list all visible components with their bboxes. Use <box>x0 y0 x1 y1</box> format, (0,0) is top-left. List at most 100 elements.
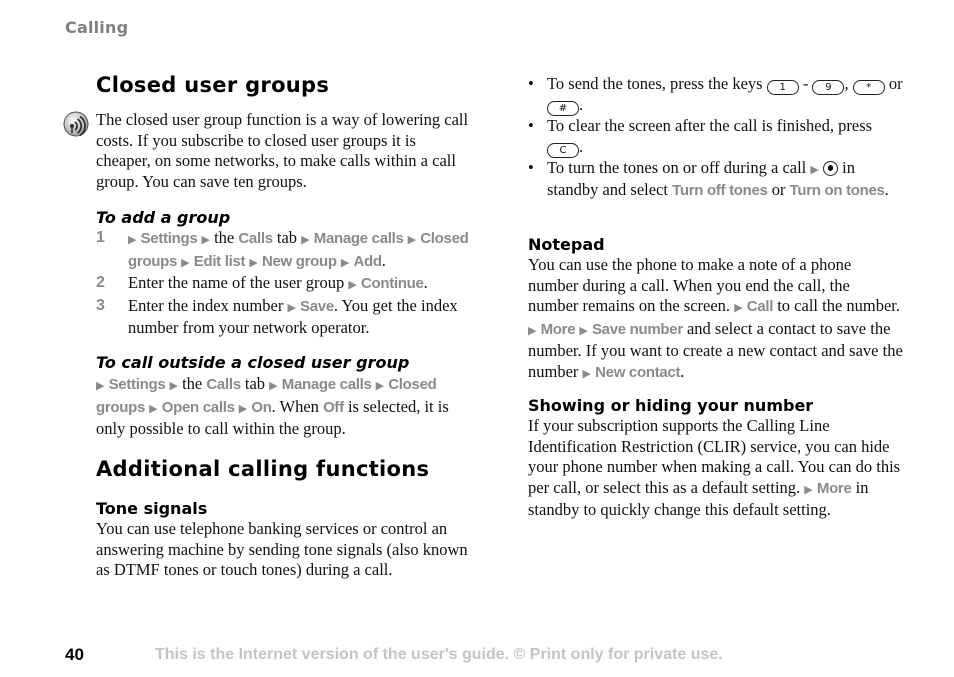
bullet-text: To clear the screen after the call is fi… <box>547 116 873 158</box>
menu-path-label: Save number <box>591 320 683 338</box>
menu-path-label: New contact <box>595 363 681 381</box>
phone-key-icon: * <box>852 80 885 95</box>
arrow-right-icon: ▶ <box>201 233 210 246</box>
text-run: To turn the tones on or off during a cal… <box>547 157 807 177</box>
menu-path-label: Manage calls <box>281 376 372 393</box>
text-run: . <box>680 361 685 381</box>
text-run: . <box>381 250 386 270</box>
text-run: . <box>271 396 276 416</box>
text-run: To send the tones, press the keys <box>547 74 763 93</box>
text-run: . <box>884 180 889 199</box>
arrow-right-icon: ▶ <box>169 379 178 392</box>
bullet-dot: • <box>528 116 534 135</box>
notepad-paragraph: You can use the phone to make a note of … <box>528 255 903 384</box>
step-text: Enter the name of the user group ▶ Conti… <box>128 273 471 296</box>
subsection-title-call-outside: To call outside a closed user group <box>96 353 410 372</box>
menu-path-label: Continue <box>360 275 424 292</box>
section-title-additional-calling-functions: Additional calling functions <box>96 457 430 481</box>
step-3: 3 Enter the index number ▶ Save. You get… <box>96 296 471 339</box>
menu-path-label: Settings <box>140 230 198 247</box>
bullet-dot: • <box>528 74 534 93</box>
step-number: 2 <box>96 274 105 291</box>
subsection-title-notepad: Notepad <box>528 235 605 254</box>
text-run: . <box>579 136 584 156</box>
arrow-right-icon: ▶ <box>810 162 819 176</box>
text-run: or <box>771 180 786 199</box>
running-head: Calling <box>65 18 129 37</box>
bullet-text: To send the tones, press the keys 1 - 9,… <box>547 74 903 116</box>
show-hide-paragraph: If your subscription supports the Callin… <box>528 416 903 521</box>
menu-path-label: Add <box>353 252 382 270</box>
arrow-right-icon: ▶ <box>804 482 813 496</box>
arrow-right-icon: ▶ <box>149 401 158 415</box>
menu-path-label: Call <box>746 298 774 315</box>
navigation-key-icon <box>823 160 838 176</box>
arrow-right-icon: ▶ <box>407 233 417 246</box>
step-text: Enter the index number ▶ Save. You get t… <box>128 296 471 339</box>
step-number: 3 <box>96 296 105 314</box>
menu-path-label: Save <box>300 297 334 315</box>
arrow-right-icon: ▶ <box>249 255 258 269</box>
bullet-toggle-tones: • To turn the tones on or off during a ca… <box>528 158 903 202</box>
menu-path-label: On <box>251 398 272 416</box>
section-title-closed-user-groups: Closed user groups <box>96 73 330 97</box>
menu-path-label: More <box>816 479 852 497</box>
menu-path-label: More <box>540 320 576 338</box>
subsection-title-tone-signals: Tone signals <box>96 499 208 518</box>
arrow-right-icon: ▶ <box>181 255 190 269</box>
arrow-right-icon: ▶ <box>128 233 137 246</box>
arrow-right-icon: ▶ <box>96 379 105 392</box>
page-number: 40 <box>65 645 84 664</box>
arrow-right-icon: ▶ <box>528 323 537 337</box>
menu-path-label: Calls <box>206 376 241 393</box>
text-run: to call the number. <box>777 296 901 315</box>
arrow-right-icon: ▶ <box>348 278 357 291</box>
bullet-clear-screen: • To clear the screen after the call is f… <box>528 116 903 158</box>
text-run: , <box>844 74 849 93</box>
bullet-dot: • <box>528 157 534 177</box>
phone-key-icon: # <box>547 101 579 116</box>
bullet-send-tones: • To send the tones, press the keys 1 - 9… <box>528 74 903 116</box>
menu-path-label: Edit list <box>193 252 246 270</box>
text-run: Enter the index number <box>128 295 284 315</box>
arrow-right-icon: ▶ <box>375 379 385 392</box>
phone-key-icon: 1 <box>766 80 799 95</box>
menu-path-label: Open calls <box>161 398 235 416</box>
text-run: the <box>214 228 235 247</box>
menu-path-label: Settings <box>108 376 166 393</box>
network-service-icon <box>63 111 89 137</box>
text-run: When <box>279 396 319 416</box>
tone-bullet-list: • To send the tones, press the keys 1 - 9… <box>528 74 903 202</box>
menu-path-label: Manage calls <box>313 230 404 247</box>
text-run: or <box>888 74 903 93</box>
step-text: ▶ Settings ▶ the Calls tab ▶ Manage call… <box>128 228 471 273</box>
text-run: To clear the screen after the call is fi… <box>547 116 873 135</box>
phone-key-icon: 9 <box>812 80 845 95</box>
bullet-text: To turn the tones on or off during a cal… <box>547 158 889 200</box>
text-run: . <box>579 95 584 114</box>
step-2: 2 Enter the name of the user group ▶ Con… <box>96 273 471 296</box>
footer-notice: This is the Internet version of the user… <box>155 646 723 663</box>
menu-path-label: Calls <box>238 230 273 247</box>
subsection-title-add-group: To add a group <box>96 208 231 227</box>
arrow-right-icon: ▶ <box>579 323 588 337</box>
text-run: the <box>182 374 203 393</box>
arrow-right-icon: ▶ <box>287 300 296 314</box>
step-number: 1 <box>96 229 105 246</box>
intro-paragraph: The closed user group function is a way … <box>96 110 469 191</box>
menu-path-label: New group <box>261 252 337 270</box>
text-run: . <box>333 295 339 315</box>
step-1: 1 ▶ Settings ▶ the Calls tab ▶ Manage ca… <box>96 228 471 273</box>
subsection-title-show-hide-number: Showing or hiding your number <box>528 396 814 415</box>
arrow-right-icon: ▶ <box>301 233 310 246</box>
text-run: tab <box>244 374 266 393</box>
arrow-right-icon: ▶ <box>238 401 248 415</box>
text-run: . <box>423 273 428 292</box>
menu-path-label: Turn off tones <box>672 182 768 199</box>
add-group-steps: 1 ▶ Settings ▶ the Calls tab ▶ Manage ca… <box>96 228 471 339</box>
arrow-right-icon: ▶ <box>582 366 591 380</box>
call-outside-paragraph: ▶ Settings ▶ the Calls tab ▶ Manage call… <box>96 374 471 440</box>
tone-signals-paragraph: You can use telephone banking services o… <box>96 519 468 579</box>
arrow-right-icon: ▶ <box>340 255 350 269</box>
arrow-right-icon: ▶ <box>269 379 278 392</box>
